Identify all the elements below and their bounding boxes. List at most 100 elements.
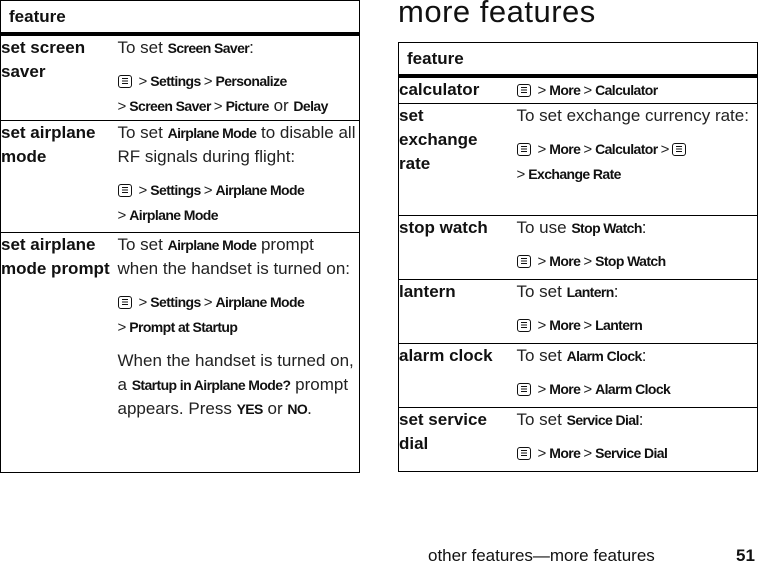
left-feature-table: feature set screen saver To set Screen S… xyxy=(0,0,360,473)
separator: > xyxy=(117,206,127,224)
path-step: Exchange Rate xyxy=(528,166,621,182)
menu-key-icon xyxy=(117,183,132,197)
separator: > xyxy=(583,141,593,158)
path-step: Calculator xyxy=(595,82,658,98)
text: : xyxy=(638,410,644,429)
menu-key-icon xyxy=(672,143,687,156)
separator: > xyxy=(203,73,213,90)
path-step: Picture xyxy=(225,98,270,114)
table-header: feature xyxy=(0,0,360,36)
running-footer-title: other features—more features xyxy=(428,546,655,565)
table-header: feature xyxy=(398,42,758,78)
menu-key-icon xyxy=(516,255,531,268)
separator: > xyxy=(583,445,593,462)
separator: > xyxy=(203,181,213,199)
path-step: More xyxy=(549,253,581,269)
separator: > xyxy=(583,317,593,334)
path-step: More xyxy=(549,82,581,98)
menu-path: > More > Service Dial xyxy=(516,441,758,466)
menu-key-icon xyxy=(117,75,132,88)
path-step: Alarm Clock xyxy=(595,381,671,397)
text: or xyxy=(262,398,288,418)
menu-path: > More > Alarm Clock xyxy=(516,377,758,402)
path-step: Airplane Mode xyxy=(129,206,218,223)
text: To set xyxy=(516,410,567,429)
feature-description: To set Alarm Clock: > More > Alarm Clock xyxy=(516,343,758,408)
path-step: Personalize xyxy=(215,73,287,89)
menu-key-icon xyxy=(516,319,531,332)
text: : xyxy=(641,346,647,365)
path-step: Settings xyxy=(150,181,201,198)
text: . xyxy=(307,398,312,418)
path-step: More xyxy=(549,141,581,157)
separator: > xyxy=(537,141,547,158)
separator: > xyxy=(138,181,148,199)
separator: > xyxy=(203,293,213,311)
page-number: 51 xyxy=(736,546,755,565)
menu-key-icon xyxy=(516,143,531,156)
feature-name: set service dial xyxy=(398,407,517,472)
text: : xyxy=(613,282,619,301)
separator: > xyxy=(583,82,593,99)
key-term: Stop Watch xyxy=(571,220,642,236)
path-step: Prompt at Startup xyxy=(129,318,238,335)
table-row-set-airplane-mode-prompt: set airplane mode prompt To set Airplane… xyxy=(0,231,360,472)
key-term: YES xyxy=(236,400,264,417)
feature-name: set airplane mode prompt xyxy=(0,231,118,472)
menu-path: > More > Stop Watch xyxy=(516,249,758,274)
path-step: More xyxy=(549,317,581,333)
feature-name: set screen saver xyxy=(0,33,118,120)
menu-path: > Settings > Airplane Mode > Prompt at Startu… xyxy=(117,290,360,340)
path-step: More xyxy=(549,445,581,461)
menu-path: > More > Calculator xyxy=(516,78,758,103)
text: To set xyxy=(117,122,168,142)
feature-name: lantern xyxy=(398,279,517,344)
feature-description: To set exchange currency rate: > More > Cal… xyxy=(516,103,758,216)
feature-description: To set Airplane Mode to disable all RF s… xyxy=(117,119,360,232)
separator: > xyxy=(516,166,526,183)
table-row-set-service-dial: set service dial To set Service Dial: > M… xyxy=(398,407,758,472)
key-term: Service Dial xyxy=(566,412,640,428)
table-row-lantern: lantern To set Lantern: > More > Lantern xyxy=(398,279,758,344)
text: To set xyxy=(516,282,567,301)
key-term: Lantern xyxy=(566,284,615,300)
menu-path: > More > Lantern xyxy=(516,313,758,338)
text: To use xyxy=(516,218,572,237)
separator: > xyxy=(537,317,547,334)
table-row-alarm-clock: alarm clock To set Alarm Clock: > More > Al… xyxy=(398,343,758,408)
key-term: Startup in Airplane Mode? xyxy=(131,376,291,393)
text: : xyxy=(249,38,254,57)
feature-description: To set Service Dial: > More > Service Dial xyxy=(516,407,758,472)
feature-description: To set Lantern: > More > Lantern xyxy=(516,279,758,344)
text: To set exchange currency rate: xyxy=(516,106,749,125)
path-step: More xyxy=(549,381,581,397)
separator: > xyxy=(583,253,593,270)
table-row-set-airplane-mode: set airplane mode To set Airplane Mode t… xyxy=(0,119,360,232)
menu-key-icon xyxy=(117,295,132,309)
path-step: Settings xyxy=(150,73,201,89)
path-step: Stop Watch xyxy=(595,253,666,269)
separator: > xyxy=(537,381,547,398)
menu-key-icon xyxy=(516,383,531,396)
text: : xyxy=(641,218,647,237)
path-step: Lantern xyxy=(595,317,643,333)
menu-key-icon xyxy=(516,84,531,97)
path-step: Calculator xyxy=(595,141,658,157)
key-term: Alarm Clock xyxy=(566,348,643,364)
separator: > xyxy=(213,98,223,115)
feature-name: alarm clock xyxy=(398,343,517,408)
separator: > xyxy=(537,82,547,99)
section-title: more features xyxy=(398,0,596,29)
separator: > xyxy=(537,253,547,270)
path-step: Delay xyxy=(293,98,328,114)
text: To set xyxy=(117,234,168,254)
menu-path: > Settings > Airplane Mode > Airplane Mode xyxy=(117,178,360,228)
separator: > xyxy=(138,73,148,90)
text: To set xyxy=(117,38,168,57)
table-row-stop-watch: stop watch To use Stop Watch: > More > Stop… xyxy=(398,215,758,280)
feature-name: set airplane mode xyxy=(0,119,118,232)
feature-name: set exchange rate xyxy=(398,103,517,216)
separator: > xyxy=(138,293,148,311)
key-term: Airplane Mode xyxy=(167,236,257,253)
feature-name: stop watch xyxy=(398,215,517,280)
